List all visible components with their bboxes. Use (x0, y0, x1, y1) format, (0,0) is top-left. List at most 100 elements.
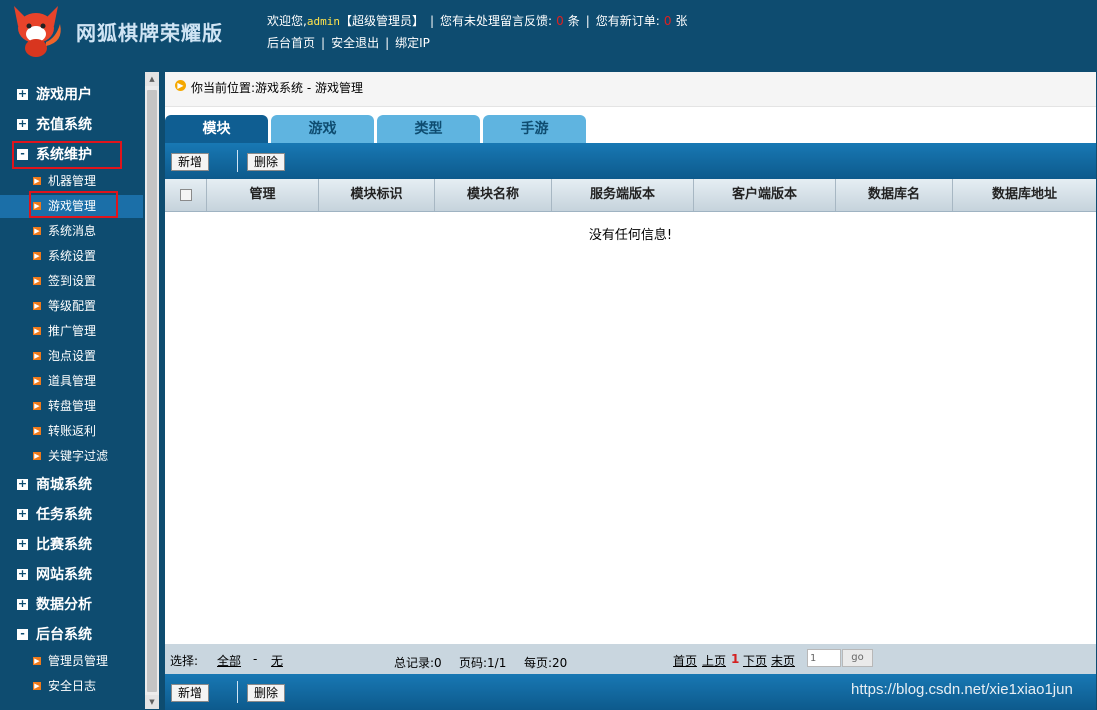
arrow-right-icon: ▶ (33, 277, 41, 285)
sidebar-item-bubble-settings[interactable]: ▶ 泡点设置 (0, 345, 143, 368)
arrow-right-icon: ▶ (33, 427, 41, 435)
user-role: 【超级管理员】 (339, 14, 424, 28)
orders-count[interactable]: 0 (664, 14, 672, 28)
sidebar-item-transfer-rebate[interactable]: ▶ 转账返利 (0, 420, 143, 443)
expand-icon: + (17, 87, 28, 100)
delete-button[interactable]: 删除 (247, 153, 286, 171)
prev-page-link[interactable]: 上页 (702, 652, 726, 669)
per-page: 每页:20 (524, 656, 568, 670)
sidebar-item-label: 推广管理 (48, 324, 97, 338)
arrow-right-icon: ▶ (33, 377, 41, 385)
watermark-text: https://blog.csdn.net/xie1xiao1jun (851, 681, 1073, 698)
tab-bar: 模块 游戏 类型 手游 (165, 115, 1096, 143)
sidebar-item-label: 等级配置 (48, 299, 97, 313)
feedback-count[interactable]: 0 (556, 14, 564, 28)
arrow-right-icon: ▶ (33, 327, 41, 335)
sidebar-item-level-config[interactable]: ▶ 等级配置 (0, 295, 143, 318)
logout-link[interactable]: 安全退出 (331, 36, 379, 50)
sidebar-item-props[interactable]: ▶ 道具管理 (0, 370, 143, 393)
sidebar-group-label: 比赛系统 (36, 537, 92, 553)
sidebar-item-security-log[interactable]: ▶ 安全日志 (0, 675, 143, 698)
arrow-right-icon: ▶ (33, 352, 41, 360)
sidebar-item-label: 机器管理 (48, 174, 97, 188)
sidebar-item-admin-management[interactable]: ▶ 管理员管理 (0, 650, 143, 673)
sidebar-group-label: 后台系统 (36, 627, 92, 643)
column-header: 模块标识 (318, 179, 434, 211)
sidebar-item-label: 道具管理 (48, 374, 97, 388)
scroll-up-icon[interactable]: ▲ (145, 72, 159, 86)
column-header: 模块名称 (434, 179, 551, 211)
orders-unit: 张 (675, 14, 688, 28)
location-arrow-icon: ▶ (175, 80, 186, 91)
scrollbar-thumb[interactable] (147, 90, 157, 692)
sidebar-item-wheel[interactable]: ▶ 转盘管理 (0, 395, 143, 418)
select-dash: - (253, 652, 258, 666)
add-button[interactable]: 新增 (171, 684, 210, 702)
table-header: 管理 模块标识 模块名称 服务端版本 客户端版本 数据库名 数据库地址 (165, 179, 1096, 212)
empty-message: 没有任何信息! (588, 228, 673, 243)
sidebar-item-label: 安全日志 (48, 679, 97, 693)
top-header: 网狐棋牌荣耀版 欢迎您,admin【超级管理员】 | 您有未处理留言反馈: 0 条 | 您有… (0, 0, 1097, 64)
sidebar-item-system-settings[interactable]: ▶ 系统设置 (0, 245, 143, 268)
tab-module[interactable]: 模块 (165, 115, 268, 143)
page-number-input[interactable] (807, 649, 841, 667)
column-header: 管理 (206, 179, 318, 211)
expand-icon: + (17, 507, 28, 520)
delete-button[interactable]: 删除 (247, 684, 286, 702)
collapse-icon: - (17, 628, 28, 640)
sidebar-item-keyword-filter[interactable]: ▶ 关键字过滤 (0, 445, 143, 468)
select-all-link[interactable]: 全部 (217, 652, 241, 669)
sidebar-item-promotion[interactable]: ▶ 推广管理 (0, 320, 143, 343)
header-nav: 后台首页 | 安全退出 | 绑定IP (267, 34, 430, 51)
main-panel: ▶ 你当前位置:游戏系统 - 游戏管理 模块 游戏 类型 手游 新增 删除 管理… (165, 72, 1096, 710)
expand-icon: + (17, 477, 28, 490)
sidebar-group-label: 任务系统 (36, 507, 92, 523)
next-page-link[interactable]: 下页 (743, 652, 767, 669)
sidebar-group-shop[interactable]: + 商城系统 (0, 472, 143, 498)
sidebar-group-tasks[interactable]: + 任务系统 (0, 502, 143, 528)
column-header: 客户端版本 (693, 179, 835, 211)
breadcrumb: ▶ 你当前位置:游戏系统 - 游戏管理 (165, 72, 1096, 107)
sidebar-item-label: 系统设置 (48, 249, 97, 263)
column-header: 服务端版本 (551, 179, 693, 211)
sidebar-group-matches[interactable]: + 比赛系统 (0, 532, 143, 558)
feedback-prefix: 您有未处理留言反馈: (440, 14, 553, 28)
separator: | (385, 36, 390, 50)
sidebar-group-website[interactable]: + 网站系统 (0, 562, 143, 588)
sidebar-item-system-message[interactable]: ▶ 系统消息 (0, 220, 143, 243)
expand-icon: + (17, 597, 28, 610)
first-page-link[interactable]: 首页 (673, 652, 697, 669)
tab-game[interactable]: 游戏 (271, 115, 374, 143)
app-title: 网狐棋牌荣耀版 (76, 21, 223, 45)
sidebar-item-label: 系统消息 (48, 224, 97, 238)
sidebar-item-robot[interactable]: ▶ 机器管理 (0, 170, 143, 193)
go-button[interactable]: go (842, 649, 873, 667)
last-page-link[interactable]: 末页 (771, 652, 795, 669)
sidebar-group-backend[interactable]: - 后台系统 (0, 622, 143, 648)
column-header: 数据库地址 (952, 179, 1096, 211)
select-label: 选择: (170, 654, 199, 668)
select-none-link[interactable]: 无 (271, 652, 283, 669)
welcome-prefix: 欢迎您, (267, 14, 307, 28)
select-all-checkbox[interactable] (180, 189, 192, 201)
column-header: 数据库名 (835, 179, 952, 211)
toolbar-top: 新增 删除 (165, 143, 1096, 179)
sidebar-item-signin-settings[interactable]: ▶ 签到设置 (0, 270, 143, 293)
sidebar-scrollbar[interactable]: ▲ ▼ (145, 72, 159, 709)
add-button[interactable]: 新增 (171, 153, 210, 171)
arrow-right-icon: ▶ (33, 402, 41, 410)
fox-logo-icon (14, 6, 61, 57)
home-link[interactable]: 后台首页 (267, 36, 315, 50)
pager-bar: 选择: 全部 - 无 总记录:0 页码:1/1 每页:20 首页 上页 1 下页… (165, 644, 1096, 674)
bind-ip-link[interactable]: 绑定IP (395, 36, 430, 50)
scroll-down-icon[interactable]: ▼ (145, 695, 159, 709)
tab-mobile-game[interactable]: 手游 (483, 115, 586, 143)
tab-type[interactable]: 类型 (377, 115, 480, 143)
sidebar-group-analytics[interactable]: + 数据分析 (0, 592, 143, 618)
sidebar-group-recharge[interactable]: + 充值系统 (0, 112, 143, 138)
arrow-right-icon: ▶ (33, 227, 41, 235)
sidebar-group-game-users[interactable]: + 游戏用户 (0, 82, 143, 108)
separator: | (429, 14, 435, 28)
toolbar-divider (237, 150, 238, 172)
page-count: 页码:1/1 (459, 656, 507, 670)
